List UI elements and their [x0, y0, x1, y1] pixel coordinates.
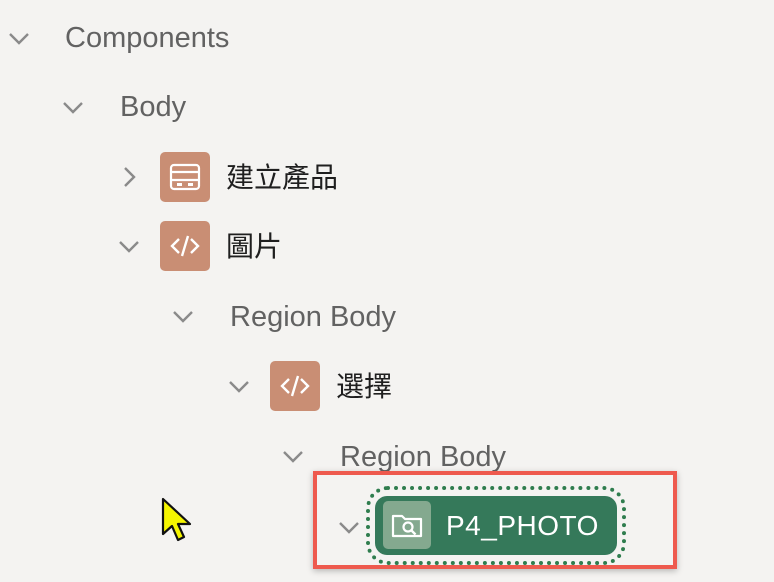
tree-node-create-product[interactable]: 建立產品: [226, 164, 338, 192]
tree-node-components[interactable]: Components: [65, 24, 229, 53]
select-toggle[interactable]: [226, 373, 252, 399]
components-toggle[interactable]: [6, 25, 32, 51]
chevron-down-icon: [283, 451, 303, 463]
p4-photo-toggle[interactable]: [336, 514, 362, 540]
chevron-right-icon: [124, 167, 136, 187]
chevron-down-icon: [229, 381, 249, 393]
tree-node-region-body-1[interactable]: Region Body: [230, 303, 396, 332]
chevron-down-icon: [119, 241, 139, 253]
tree-node-image[interactable]: 圖片: [226, 233, 282, 261]
tree-node-region-body-2[interactable]: Region Body: [340, 443, 506, 472]
region-body-1-toggle[interactable]: [170, 303, 196, 329]
region-icon: [160, 152, 210, 202]
region-body-2-toggle[interactable]: [280, 443, 306, 469]
chevron-down-icon: [173, 311, 193, 323]
tree-node-p4-photo-label: P4_PHOTO: [446, 510, 599, 541]
body-toggle[interactable]: [60, 94, 86, 120]
chevron-down-icon: [339, 522, 359, 534]
code-icon: [270, 361, 320, 411]
file-browse-icon: [383, 501, 431, 549]
create-product-toggle[interactable]: [116, 164, 142, 190]
code-icon: [160, 221, 210, 271]
mouse-pointer-icon: [160, 496, 194, 551]
image-toggle[interactable]: [116, 233, 142, 259]
tree-node-select[interactable]: 選擇: [336, 373, 392, 401]
chevron-down-icon: [63, 102, 83, 114]
tree-node-body[interactable]: Body: [120, 93, 186, 122]
chevron-down-icon: [9, 33, 29, 45]
